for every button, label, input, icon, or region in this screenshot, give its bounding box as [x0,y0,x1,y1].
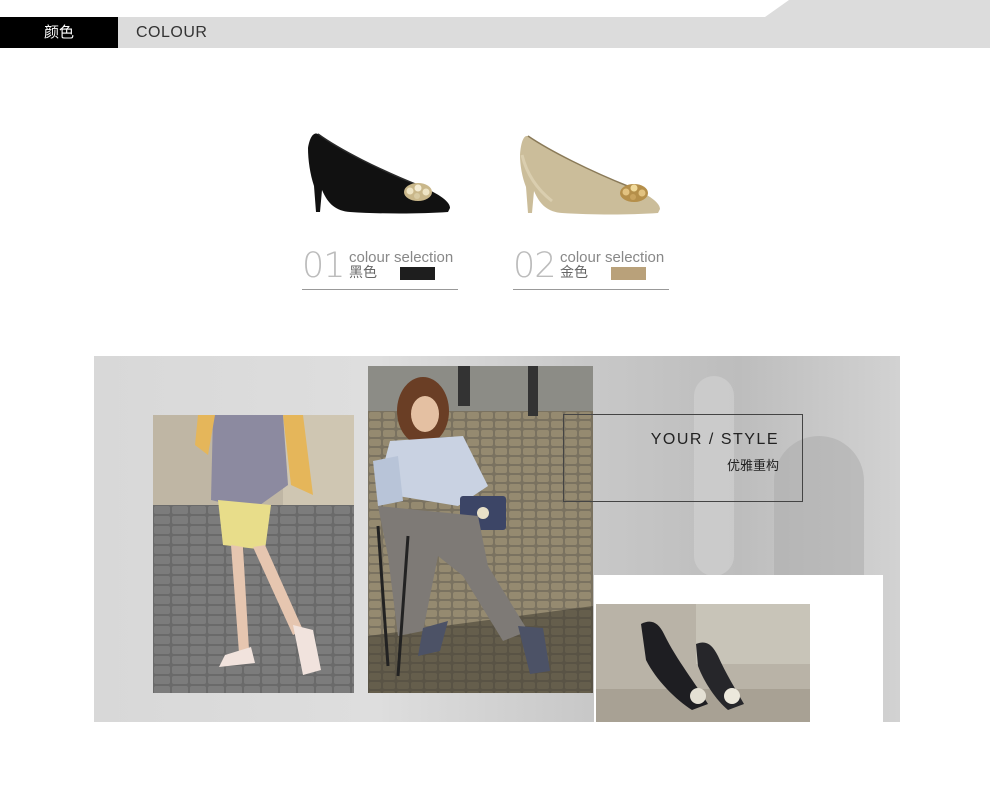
shoe-closeup-photo [596,604,810,722]
seated-model-photo [368,366,593,693]
header-label-chinese: 颜色 [0,17,118,48]
colour-option-gold[interactable]: 02 colour selection 金色 [513,249,669,290]
black-pump-image [308,133,450,214]
colour-number: 02 [513,246,557,286]
street-walk-photo [153,415,354,693]
style-subtitle: 优雅重构 [726,459,779,474]
colour-caption: colour selection [560,249,665,266]
colour-caption: colour selection [349,249,454,266]
header-label-english: COLOUR [136,24,208,41]
gold-pump-image [520,135,660,215]
colour-name: 黑色 [349,265,377,281]
colour-swatch [400,267,435,280]
crystal-brooch-icon [404,183,432,201]
style-title: YOUR / STYLE [650,431,779,448]
header-corner-tab [765,0,990,17]
style-callout-box: YOUR / STYLE 优雅重构 [563,414,803,502]
colour-number: 01 [302,246,346,286]
crystal-brooch-icon [620,184,648,202]
colour-swatch [611,267,646,280]
colour-name: 金色 [560,265,588,281]
colour-option-black[interactable]: 01 colour selection 黑色 [302,249,458,290]
